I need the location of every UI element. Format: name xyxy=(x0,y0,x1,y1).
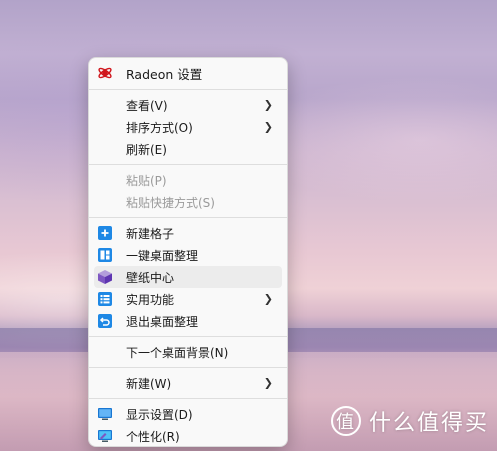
menu-item-display-settings[interactable]: 显示设置(D) xyxy=(94,403,282,425)
menu-separator xyxy=(89,336,287,337)
menu-item-label: 新建(W) xyxy=(126,376,172,391)
menu-item-label: 新建格子 xyxy=(126,226,175,241)
chevron-right-icon: ❯ xyxy=(263,120,273,134)
menu-item-next-background[interactable]: 下一个桌面背景(N) xyxy=(94,341,282,363)
menu-item-wallpaper-center[interactable]: 壁纸中心 xyxy=(94,266,282,288)
menu-item-label: 粘贴(P) xyxy=(126,173,167,188)
menu-item-exit-organize[interactable]: 退出桌面整理 xyxy=(94,310,282,332)
context-menu: Radeon 设置 查看(V) ❯ 排序方式(O) ❯ 刷新(E) 粘贴(P) … xyxy=(88,57,288,447)
menu-item-label: 壁纸中心 xyxy=(126,270,175,285)
menu-item-label: 刷新(E) xyxy=(126,142,167,157)
desktop[interactable]: 值 什么值得买 Radeon 设置 查看(V) ❯ 排序方式(O) ❯ 刷新(E… xyxy=(0,0,497,451)
menu-separator xyxy=(89,367,287,368)
layout-icon xyxy=(97,247,113,263)
menu-item-radeon-settings[interactable]: Radeon 设置 xyxy=(94,61,282,85)
menu-item-utilities[interactable]: 实用功能 ❯ xyxy=(94,288,282,310)
menu-item-label: 一键桌面整理 xyxy=(126,248,199,263)
menu-item-personalize[interactable]: 个性化(R) xyxy=(94,425,282,447)
watermark-logo: 值 xyxy=(330,406,361,436)
menu-separator xyxy=(89,398,287,399)
cube-icon xyxy=(97,269,113,285)
menu-item-paste[interactable]: 粘贴(P) xyxy=(94,169,282,191)
menu-item-label: 下一个桌面背景(N) xyxy=(126,345,229,360)
exit-icon xyxy=(97,313,113,329)
menu-item-label: 显示设置(D) xyxy=(126,407,193,422)
radeon-icon xyxy=(97,65,113,81)
chevron-right-icon: ❯ xyxy=(263,376,273,390)
monitor-icon xyxy=(97,406,113,422)
chevron-right-icon: ❯ xyxy=(263,98,273,112)
menu-item-view[interactable]: 查看(V) ❯ xyxy=(94,94,282,116)
menu-item-label: Radeon 设置 xyxy=(126,66,203,82)
menu-item-sort-by[interactable]: 排序方式(O) ❯ xyxy=(94,116,282,138)
menu-separator xyxy=(89,164,287,165)
menu-item-label: 排序方式(O) xyxy=(126,120,193,135)
plus-square-icon xyxy=(97,225,113,241)
menu-item-label: 个性化(R) xyxy=(126,429,180,444)
menu-item-label: 查看(V) xyxy=(126,98,168,113)
menu-item-refresh[interactable]: 刷新(E) xyxy=(94,138,282,160)
menu-separator xyxy=(89,217,287,218)
menu-item-paste-shortcut[interactable]: 粘贴快捷方式(S) xyxy=(94,191,282,213)
menu-item-label: 粘贴快捷方式(S) xyxy=(126,195,215,210)
menu-item-new-fence[interactable]: 新建格子 xyxy=(94,222,282,244)
menu-item-label: 退出桌面整理 xyxy=(126,314,199,329)
watermark-text: 什么值得买 xyxy=(368,411,489,436)
watermark: 值 什么值得买 xyxy=(330,405,489,437)
menu-separator xyxy=(89,89,287,90)
list-icon xyxy=(97,291,113,307)
menu-item-one-click-organize[interactable]: 一键桌面整理 xyxy=(94,244,282,266)
menu-item-label: 实用功能 xyxy=(126,292,175,307)
chevron-right-icon: ❯ xyxy=(263,292,273,306)
menu-item-new[interactable]: 新建(W) ❯ xyxy=(94,372,282,394)
personalize-icon xyxy=(97,428,113,444)
